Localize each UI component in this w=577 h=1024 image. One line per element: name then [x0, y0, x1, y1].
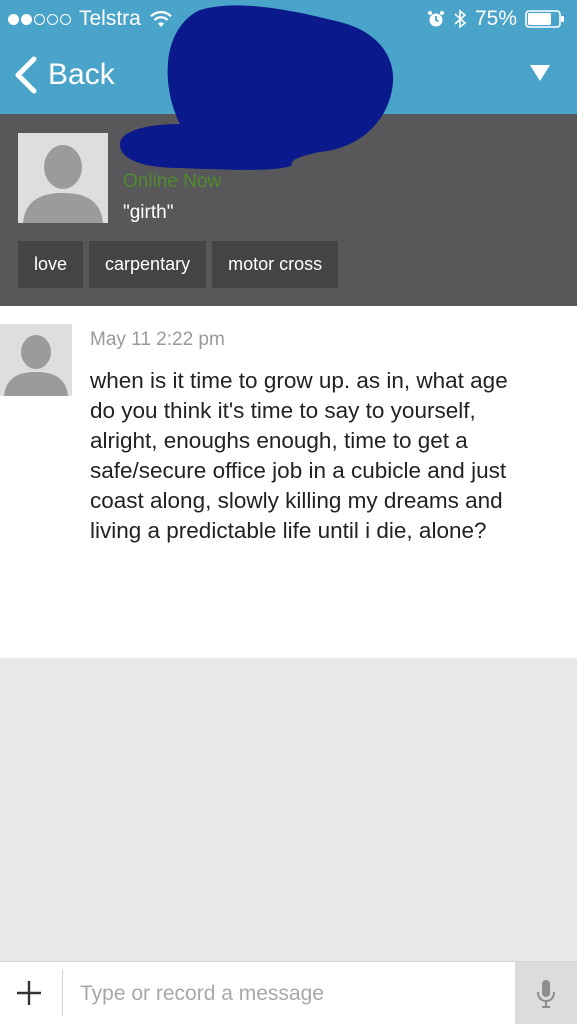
signal-strength-icon — [8, 13, 71, 25]
battery-percent: 75% — [474, 7, 517, 30]
status-bar: Telstra pm 75% — [0, 0, 577, 38]
message-input[interactable] — [80, 974, 500, 1014]
bluetooth-icon — [454, 9, 467, 29]
profile-avatar[interactable] — [18, 133, 108, 223]
profile-header: Online Now "girth" love carpentary motor… — [0, 114, 577, 306]
back-button[interactable]: Back — [12, 56, 115, 94]
interest-tag[interactable]: motor cross — [212, 241, 339, 288]
online-status: Online Now — [123, 171, 222, 192]
profile-tagline: "girth" — [123, 202, 174, 223]
navigation-bar: Back — [0, 38, 577, 114]
wifi-icon — [150, 11, 172, 27]
default-avatar-icon — [18, 133, 108, 223]
message-text: when is it time to grow up. as in, what … — [90, 368, 508, 543]
status-left: Telstra — [8, 7, 173, 31]
back-label: Back — [48, 58, 115, 91]
interest-tag[interactable]: carpentary — [89, 241, 207, 288]
battery-icon — [525, 10, 564, 28]
plus-icon[interactable] — [14, 978, 44, 1008]
caret-down-icon[interactable] — [529, 64, 551, 82]
chevron-left-icon — [15, 56, 37, 94]
compose-bar — [0, 961, 577, 1024]
signal-dot — [34, 13, 45, 25]
signal-dot — [21, 13, 32, 25]
message-item: May 11 2:22 pm when is it time to grow u… — [0, 306, 577, 658]
signal-dot — [60, 13, 71, 25]
signal-dot — [47, 13, 58, 25]
interest-tag[interactable]: love — [18, 241, 84, 288]
default-avatar-icon — [0, 324, 72, 396]
sender-avatar[interactable] — [0, 324, 72, 396]
carrier-name: Telstra — [79, 7, 141, 30]
interest-tags: love carpentary motor cross — [18, 241, 339, 288]
message-timestamp: May 11 2:22 pm — [90, 329, 225, 350]
microphone-icon — [537, 979, 555, 1008]
microphone-button[interactable] — [515, 962, 577, 1024]
status-time: pm — [250, 7, 280, 30]
signal-dot — [8, 13, 19, 25]
compose-divider — [62, 970, 63, 1016]
status-right: 75% — [427, 7, 565, 31]
alarm-icon — [427, 11, 444, 27]
